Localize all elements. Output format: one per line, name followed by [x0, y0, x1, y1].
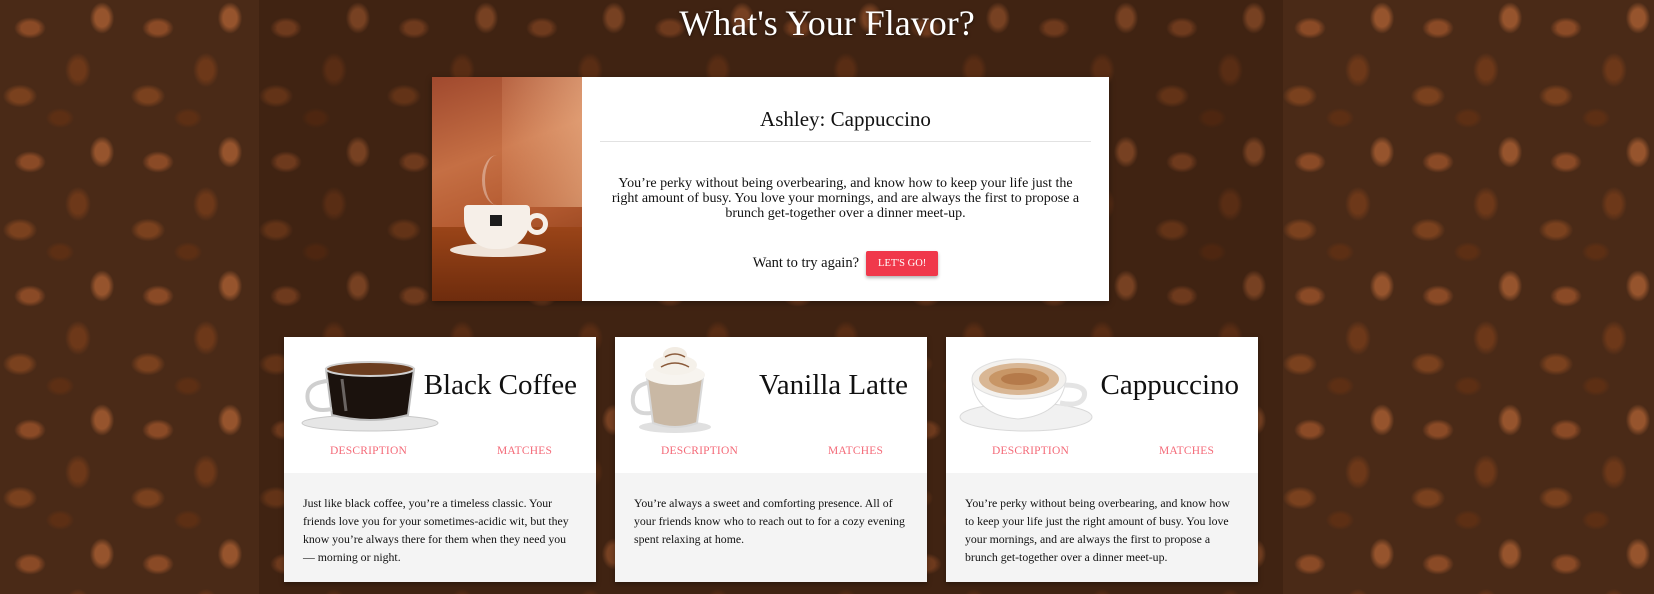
cappuccino-image: [959, 358, 1093, 432]
tab-description[interactable]: DESCRIPTION: [330, 445, 407, 457]
card-header: Black Coffee: [284, 337, 596, 437]
card-title: Vanilla Latte: [759, 369, 908, 401]
card-tabs: DESCRIPTION MATCHES: [946, 437, 1258, 473]
vanilla-latte-image: [630, 347, 711, 433]
result-body: Ashley: Cappuccino You’re perky without …: [582, 77, 1109, 301]
tab-matches[interactable]: MATCHES: [828, 445, 883, 457]
card-description: You’re perky without being overbearing, …: [946, 473, 1258, 582]
result-description: You’re perky without being overbearing, …: [611, 176, 1080, 221]
card-tabs: DESCRIPTION MATCHES: [615, 437, 927, 473]
page-title: What's Your Flavor?: [679, 3, 975, 43]
result-heading: Ashley: Cappuccino: [600, 107, 1091, 142]
tab-description[interactable]: DESCRIPTION: [661, 445, 738, 457]
card-title: Black Coffee: [423, 369, 577, 401]
card-tabs: DESCRIPTION MATCHES: [284, 437, 596, 473]
flavor-card-cappuccino: Cappuccino DESCRIPTION MATCHES You’re pe…: [946, 337, 1258, 582]
flavor-card-vanilla-latte: Vanilla Latte DESCRIPTION MATCHES You’re…: [615, 337, 927, 582]
tab-description[interactable]: DESCRIPTION: [992, 445, 1069, 457]
black-coffee-image: [301, 361, 439, 432]
retry-prompt: Want to try again?: [752, 255, 860, 271]
card-title: Cappuccino: [1100, 369, 1239, 401]
tab-matches[interactable]: MATCHES: [497, 445, 552, 457]
lets-go-button[interactable]: LET'S GO!: [866, 251, 939, 276]
card-header: Cappuccino: [946, 337, 1258, 437]
card-description: You’re always a sweet and comforting pre…: [615, 473, 927, 582]
card-description: Just like black coffee, you’re a timeles…: [284, 473, 596, 582]
cup-logo-icon: [490, 215, 502, 226]
card-header: Vanilla Latte: [615, 337, 927, 437]
result-card: Ashley: Cappuccino You’re perky without …: [432, 77, 1109, 301]
result-photo: [432, 77, 582, 301]
retry-row: Want to try again? LET'S GO!: [600, 251, 1091, 276]
tab-matches[interactable]: MATCHES: [1159, 445, 1214, 457]
flavor-card-black-coffee: Black Coffee DESCRIPTION MATCHES Just li…: [284, 337, 596, 582]
